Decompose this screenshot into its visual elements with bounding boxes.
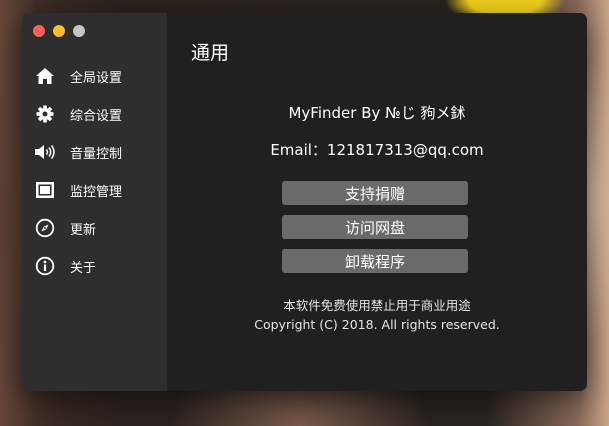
sidebar-item-about[interactable]: 关于 — [22, 247, 167, 285]
visit-netdisk-button[interactable]: 访问网盘 — [282, 215, 468, 239]
window-controls — [33, 25, 85, 37]
sidebar-item-global-settings[interactable]: 全局设置 — [22, 57, 167, 95]
info-icon — [34, 256, 56, 276]
app-window: 全局设置 综合设置 音量控制 监控管理 更新 关于 通用 MyFinder By… — [22, 13, 587, 391]
sidebar-item-label: 综合设置 — [70, 108, 123, 124]
monitor-icon — [34, 180, 56, 200]
sidebar-item-general-settings[interactable]: 综合设置 — [22, 95, 167, 133]
donate-button[interactable]: 支持捐赠 — [282, 181, 468, 205]
page-title: 通用 — [191, 42, 230, 64]
sidebar: 全局设置 综合设置 音量控制 监控管理 更新 关于 — [22, 13, 167, 391]
sidebar-item-update[interactable]: 更新 — [22, 209, 167, 247]
sidebar-item-monitor-management[interactable]: 监控管理 — [22, 171, 167, 209]
license-notice: 本软件免费使用禁止用于商业用途 — [283, 298, 471, 313]
email-text: Email：121817313@qq.com — [270, 141, 484, 159]
minimize-window-button[interactable] — [53, 25, 65, 37]
app-info-text: MyFinder By №じ 豞メ鉥 — [288, 104, 466, 122]
compass-icon — [34, 218, 56, 238]
gear-icon — [34, 104, 56, 124]
home-icon — [34, 66, 56, 86]
sidebar-item-label: 关于 — [70, 260, 97, 276]
sidebar-item-label: 监控管理 — [70, 184, 123, 200]
close-window-button[interactable] — [33, 25, 45, 37]
main-panel: 通用 MyFinder By №じ 豞メ鉥 Email：121817313@qq… — [167, 13, 587, 391]
sidebar-item-label: 音量控制 — [70, 146, 123, 162]
sidebar-item-volume-control[interactable]: 音量控制 — [22, 133, 167, 171]
sidebar-item-label: 更新 — [70, 222, 97, 238]
copyright-text: Copyright (C) 2018. All rights reserved. — [254, 317, 500, 332]
sidebar-nav: 全局设置 综合设置 音量控制 监控管理 更新 关于 — [22, 57, 167, 285]
sidebar-item-label: 全局设置 — [70, 70, 123, 86]
speaker-icon — [34, 142, 56, 162]
zoom-window-button[interactable] — [73, 25, 85, 37]
uninstall-button[interactable]: 卸载程序 — [282, 249, 468, 273]
